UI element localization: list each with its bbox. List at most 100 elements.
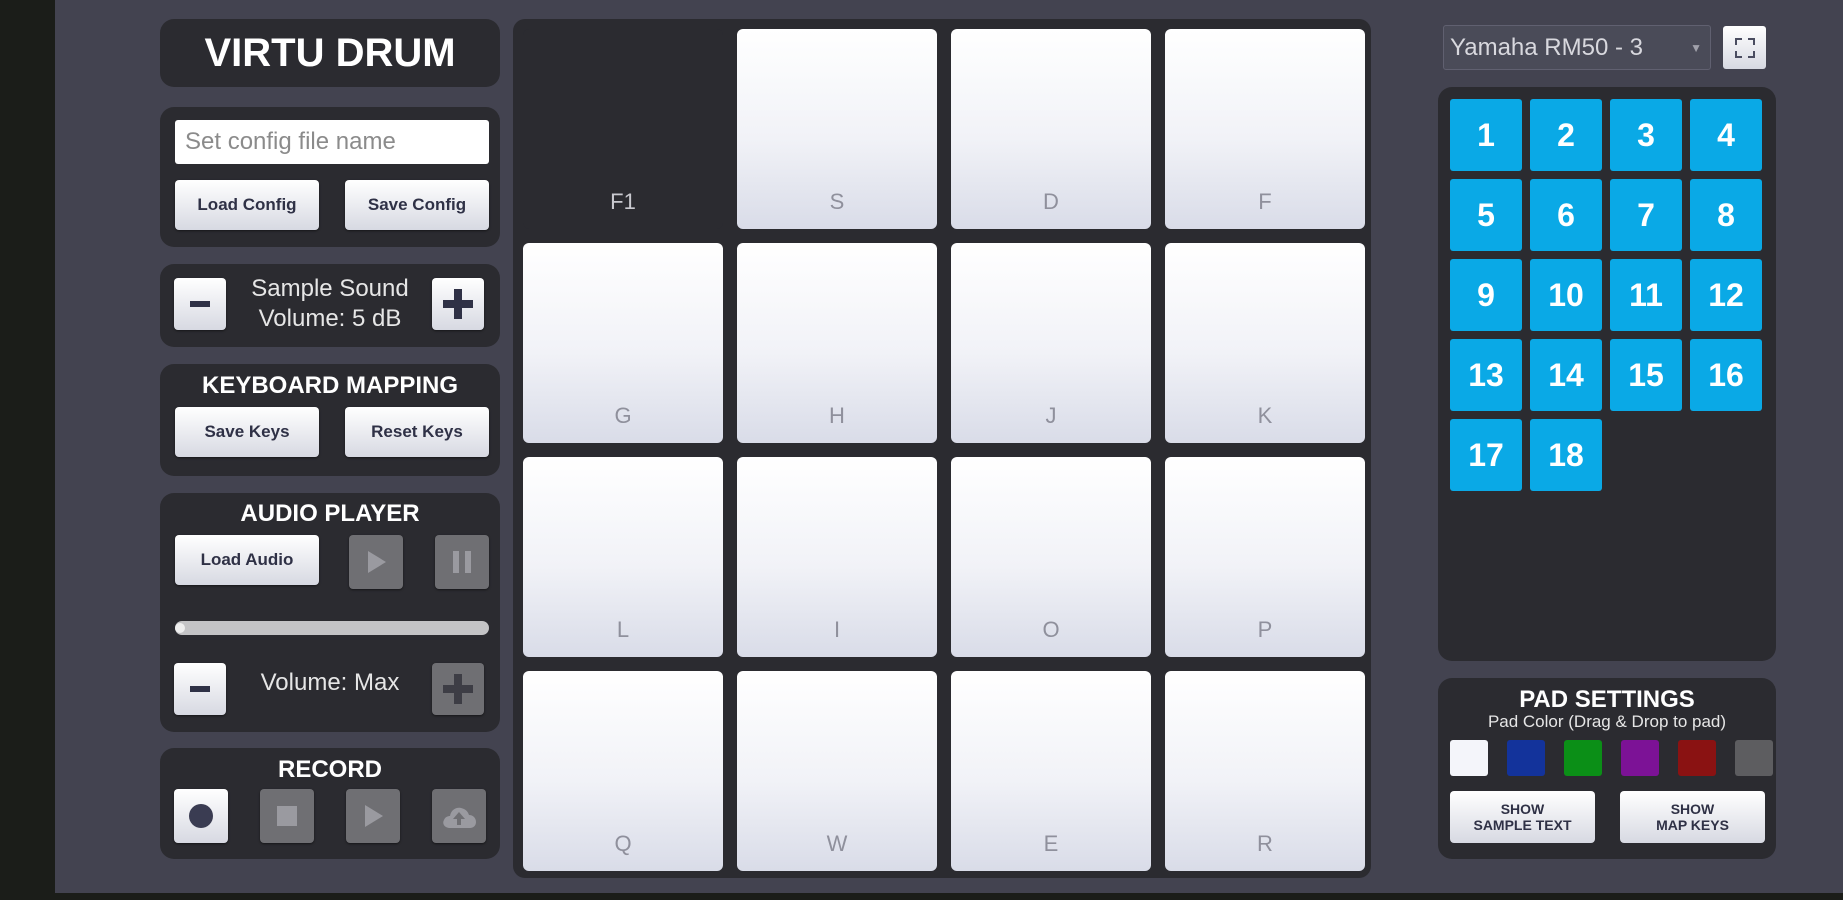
- app-root: VIRTU DRUM Load Config Save Config Sampl…: [55, 0, 1843, 893]
- pad-key-label: H: [829, 403, 845, 428]
- sample-button[interactable]: 9: [1450, 259, 1522, 331]
- drum-pad[interactable]: P: [1165, 457, 1365, 657]
- audio-volume-up-button[interactable]: [432, 663, 484, 715]
- pad-key-label: R: [1257, 831, 1273, 856]
- audio-player-panel: AUDIO PLAYER Load Audio Volume: Max: [160, 493, 500, 732]
- drum-pad[interactable]: F: [1165, 29, 1365, 229]
- sample-button[interactable]: 17: [1450, 419, 1522, 491]
- drum-pad[interactable]: O: [951, 457, 1151, 657]
- plus-icon: [443, 289, 473, 319]
- sample-button[interactable]: 11: [1610, 259, 1682, 331]
- audio-player-heading: AUDIO PLAYER: [240, 500, 420, 527]
- record-play-button[interactable]: [346, 789, 400, 843]
- audio-volume-value: Volume: Max: [260, 669, 400, 696]
- sample-button[interactable]: 1: [1450, 99, 1522, 171]
- plus-icon: [443, 674, 473, 704]
- drum-pad[interactable]: S: [737, 29, 937, 229]
- reset-keys-button[interactable]: Reset Keys: [345, 407, 489, 457]
- pad-key-label: J: [1045, 403, 1057, 428]
- sample-button[interactable]: 5: [1450, 179, 1522, 251]
- pad-color-swatch[interactable]: [1564, 740, 1602, 776]
- upload-recording-button[interactable]: [432, 789, 486, 843]
- audio-volume-down-button[interactable]: [174, 663, 226, 715]
- pad-key-label: F1: [610, 189, 636, 214]
- sample-button[interactable]: 15: [1610, 339, 1682, 411]
- sample-volume-down-button[interactable]: [174, 278, 226, 330]
- sample-button[interactable]: 4: [1690, 99, 1762, 171]
- stop-button[interactable]: [260, 789, 314, 843]
- config-file-name-input[interactable]: [175, 120, 489, 164]
- drum-pad[interactable]: F1: [523, 29, 723, 229]
- fullscreen-icon: [1734, 37, 1755, 58]
- pad-key-label: P: [1257, 617, 1273, 642]
- pad-color-hint: Pad Color (Drag & Drop to pad): [1487, 712, 1727, 731]
- config-panel: Load Config Save Config: [160, 107, 500, 247]
- pad-color-swatch[interactable]: [1678, 740, 1716, 776]
- sample-button[interactable]: 7: [1610, 179, 1682, 251]
- sample-volume-value: Volume: 5 dB: [258, 305, 402, 332]
- drum-pad[interactable]: D: [951, 29, 1151, 229]
- sample-button[interactable]: 13: [1450, 339, 1522, 411]
- drum-pad[interactable]: W: [737, 671, 937, 871]
- record-heading: RECORD: [277, 756, 382, 783]
- sample-button[interactable]: 10: [1530, 259, 1602, 331]
- chevron-down-icon: ▼: [1690, 41, 1702, 55]
- sample-button[interactable]: 12: [1690, 259, 1762, 331]
- drum-pad[interactable]: K: [1165, 243, 1365, 443]
- show-map-keys-button[interactable]: SHOW MAP KEYS: [1620, 791, 1765, 843]
- load-config-button[interactable]: Load Config: [175, 180, 319, 230]
- save-config-button[interactable]: Save Config: [345, 180, 489, 230]
- pad-color-swatch[interactable]: [1621, 740, 1659, 776]
- pad-key-label: F: [1258, 189, 1272, 214]
- pad-settings-panel: PAD SETTINGS Pad Color (Drag & Drop to p…: [1438, 678, 1776, 859]
- pad-key-label: Q: [614, 831, 632, 856]
- pad-key-label: L: [616, 617, 630, 642]
- sample-button[interactable]: 14: [1530, 339, 1602, 411]
- sample-volume-up-button[interactable]: [432, 278, 484, 330]
- drum-pad[interactable]: H: [737, 243, 937, 443]
- save-keys-button[interactable]: Save Keys: [175, 407, 319, 457]
- pad-color-swatch[interactable]: [1450, 740, 1488, 776]
- drum-pad[interactable]: E: [951, 671, 1151, 871]
- pad-color-swatch[interactable]: [1507, 740, 1545, 776]
- pad-key-label: S: [829, 189, 845, 214]
- play-icon: [365, 805, 383, 827]
- record-icon: [189, 804, 213, 828]
- drum-pad[interactable]: L: [523, 457, 723, 657]
- record-button[interactable]: [174, 789, 228, 843]
- audio-play-button[interactable]: [349, 535, 403, 589]
- cloud-upload-icon: [443, 807, 476, 828]
- sample-button[interactable]: 16: [1690, 339, 1762, 411]
- pad-key-label: K: [1257, 403, 1273, 428]
- drum-kit-select[interactable]: Yamaha RM50 - 3 ▼: [1443, 25, 1711, 70]
- pad-color-swatch[interactable]: [1735, 740, 1773, 776]
- sample-button[interactable]: 6: [1530, 179, 1602, 251]
- sample-volume-panel: Sample Sound Volume: 5 dB: [160, 264, 500, 347]
- drum-kit-selected: Yamaha RM50 - 3: [1450, 33, 1643, 61]
- sample-button[interactable]: 3: [1610, 99, 1682, 171]
- keyboard-mapping-panel: KEYBOARD MAPPING Save Keys Reset Keys: [160, 364, 500, 476]
- drum-pad[interactable]: Q: [523, 671, 723, 871]
- drum-pads-grid: F1 S D F G H J K L I O P Q W E R: [513, 19, 1371, 878]
- pad-key-label: D: [1043, 189, 1059, 214]
- drum-pad[interactable]: J: [951, 243, 1151, 443]
- audio-progress-slider[interactable]: [175, 621, 489, 635]
- show-sample-text-button[interactable]: SHOW SAMPLE TEXT: [1450, 791, 1595, 843]
- audio-pause-button[interactable]: [435, 535, 489, 589]
- sample-button[interactable]: 18: [1530, 419, 1602, 491]
- load-audio-button[interactable]: Load Audio: [175, 535, 319, 585]
- pad-key-label: W: [826, 831, 848, 856]
- audio-progress-knob[interactable]: [175, 623, 185, 633]
- pad-key-label: I: [833, 617, 841, 642]
- drum-pad[interactable]: I: [737, 457, 937, 657]
- sample-button[interactable]: 8: [1690, 179, 1762, 251]
- minus-icon: [190, 686, 210, 692]
- pad-key-label: E: [1043, 831, 1059, 856]
- drum-pad[interactable]: G: [523, 243, 723, 443]
- fullscreen-button[interactable]: [1723, 26, 1766, 69]
- pad-key-label: G: [614, 403, 632, 428]
- drum-pad[interactable]: R: [1165, 671, 1365, 871]
- sample-button[interactable]: 2: [1530, 99, 1602, 171]
- stop-icon: [277, 806, 297, 826]
- minus-icon: [190, 301, 210, 307]
